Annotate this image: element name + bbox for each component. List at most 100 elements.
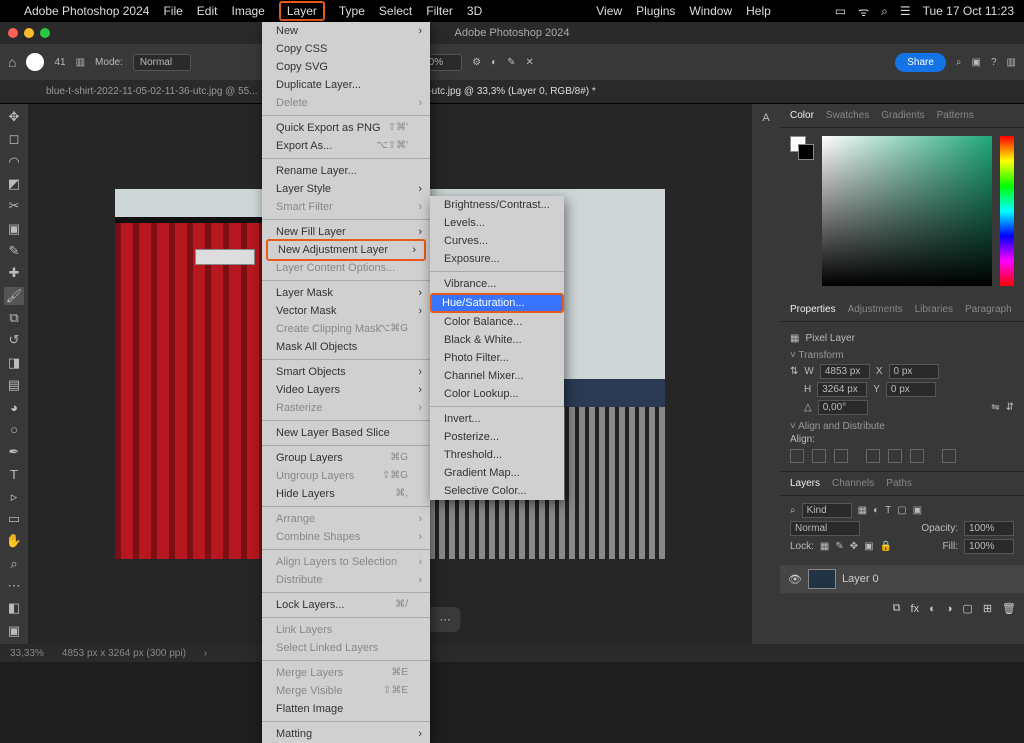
mi-flatten[interactable]: Flatten Image [262,700,430,718]
traffic-lights[interactable] [8,28,50,38]
angle-icon[interactable]: ◐ [491,57,497,68]
menu-file[interactable]: File [163,4,182,18]
marquee-tool[interactable]: ◻ [4,130,24,148]
workspace-icon[interactable]: ▣ [972,57,981,68]
control-center-icon[interactable]: ☰ [900,4,911,18]
heal-tool[interactable]: ✚ [4,264,24,282]
search-icon[interactable]: ⌕ [881,4,888,19]
mi-threshold[interactable]: Threshold... [430,446,564,464]
mi-group[interactable]: Group Layers⌘G [262,449,430,467]
opacity-field[interactable]: 100% [964,521,1014,536]
menu-view[interactable]: View [596,4,622,18]
blur-tool[interactable]: ◕ [4,398,24,416]
menu-plugins[interactable]: Plugins [636,4,675,18]
align-right-icon[interactable] [834,449,848,463]
align-hcenter-icon[interactable] [812,449,826,463]
clock[interactable]: Tue 17 Oct 11:23 [923,4,1014,18]
visibility-icon[interactable]: 👁 [788,573,802,586]
tab-paragraph[interactable]: Paragraph [965,304,1012,315]
butterfly-icon[interactable]: ✕ [526,57,534,68]
mi-new-slice[interactable]: New Layer Based Slice [262,424,430,442]
pen-tool[interactable]: ✒ [4,443,24,461]
quickmask-tool[interactable]: ▣ [4,622,24,640]
mi-mask-all[interactable]: Mask All Objects [262,338,430,356]
height-field[interactable]: 3264 px [817,382,867,397]
type-tool[interactable]: T [4,465,24,483]
mi-vector-mask[interactable]: Vector Mask [262,302,430,320]
transform-header[interactable]: ˅ Transform [790,350,1014,361]
mi-posterize[interactable]: Posterize... [430,428,564,446]
mi-rename[interactable]: Rename Layer... [262,162,430,180]
adj-layer-icon[interactable]: ◑ [946,603,953,615]
dodge-tool[interactable]: ○ [4,421,24,439]
mi-levels[interactable]: Levels... [430,214,564,232]
menu-help[interactable]: Help [746,4,771,18]
menu-window[interactable]: Window [689,4,732,18]
help-icon[interactable]: ? [991,57,997,68]
battery-icon[interactable]: ▭ [835,4,846,18]
filter-smart-icon[interactable]: ▣ [913,505,922,516]
brush-settings-icon[interactable]: ▥ [76,57,85,68]
blend-mode[interactable]: Normal [790,521,860,536]
mi-new-adjustment[interactable]: New Adjustment Layer [266,239,426,261]
home-button[interactable]: ⌂ [8,54,16,70]
crop-tool[interactable]: ✂ [4,197,24,215]
menu-filter[interactable]: Filter [426,4,453,18]
move-tool[interactable]: ✥ [4,108,24,126]
eraser-tool[interactable]: ◨ [4,354,24,372]
align-bottom-icon[interactable] [910,449,924,463]
fg-bg-colors[interactable] [790,136,814,290]
edit-toolbar[interactable]: ⋯ [4,577,24,595]
tab-paths[interactable]: Paths [886,478,912,489]
align-more-icon[interactable] [942,449,956,463]
tab-swatches[interactable]: Swatches [826,110,869,121]
layer-name[interactable]: Layer 0 [842,573,879,585]
lock-pos-icon[interactable]: ✥ [850,541,858,552]
more-icon[interactable]: ⋯ [440,613,451,626]
lock-all-icon[interactable]: 🔒 [880,541,892,552]
zoom-tool[interactable]: ⌕ [4,555,24,573]
fgbg-swatch[interactable]: ◧ [4,599,24,617]
status-arrow-icon[interactable]: › [204,648,207,659]
align-header[interactable]: ˅ Align and Distribute [790,421,1014,432]
mi-exposure[interactable]: Exposure... [430,250,564,268]
tab-channels[interactable]: Channels [832,478,874,489]
mi-brightness-contrast[interactable]: Brightness/Contrast... [430,196,564,214]
menu-type[interactable]: Type [339,4,365,18]
tab-gradients[interactable]: Gradients [881,110,924,121]
menu-image[interactable]: Image [231,4,264,18]
mode-select[interactable]: Normal [133,54,191,71]
new-layer-icon[interactable]: ⊞ [983,602,992,615]
menu-edit[interactable]: Edit [197,4,218,18]
mi-copy-svg[interactable]: Copy SVG [262,58,430,76]
close-icon[interactable] [8,28,18,38]
layer-thumb[interactable] [808,569,836,589]
history-brush-tool[interactable]: ↺ [4,331,24,349]
glyph-panel-icon[interactable]: A [756,108,776,128]
mi-curves[interactable]: Curves... [430,232,564,250]
tab-libraries[interactable]: Libraries [915,304,953,315]
tab-adjustments[interactable]: Adjustments [848,304,903,315]
link-layers-icon[interactable]: ⧉ [893,602,901,615]
width-field[interactable]: 4853 px [820,364,870,379]
group-icon[interactable]: ▢ [962,602,972,615]
mi-black-white[interactable]: Black & White... [430,331,564,349]
share-button[interactable]: Share [895,53,946,72]
link-wh-icon[interactable]: ⇅ [790,366,798,377]
align-top-icon[interactable] [866,449,880,463]
align-left-icon[interactable] [790,449,804,463]
mi-hide[interactable]: Hide Layers⌘, [262,485,430,503]
panel-icon[interactable]: ▥ [1007,57,1016,68]
hand-tool[interactable]: ✋ [4,532,24,550]
filter-kind[interactable]: Kind [802,503,852,518]
shape-tool[interactable]: ▭ [4,510,24,528]
trash-icon[interactable]: 🗑 [1002,602,1016,615]
symmetry-icon[interactable]: ✎ [507,57,515,68]
mi-channel-mixer[interactable]: Channel Mixer... [430,367,564,385]
mi-color-balance[interactable]: Color Balance... [430,313,564,331]
align-vcenter-icon[interactable] [888,449,902,463]
mi-vibrance[interactable]: Vibrance... [430,275,564,293]
lasso-tool[interactable]: ◠ [4,153,24,171]
wifi-icon[interactable]: ᯤ [858,3,869,20]
mi-copy-css[interactable]: Copy CSS [262,40,430,58]
